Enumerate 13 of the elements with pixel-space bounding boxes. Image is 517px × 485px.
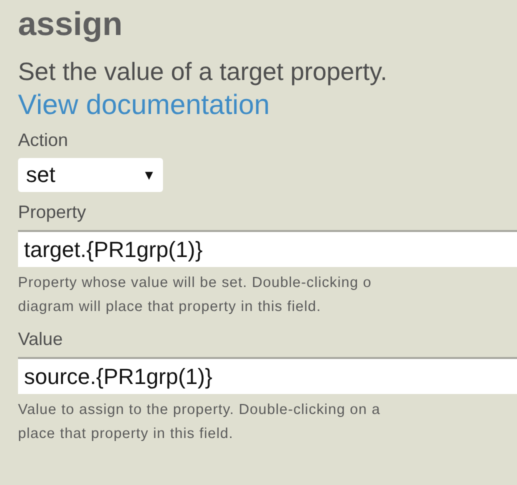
help-text: Value to assign to the property. Double-clicking on a (18, 401, 380, 420)
help-text: diagram will place that property in this field. (18, 298, 322, 317)
help-text: Property whose value will be set. Double-clicking o (18, 274, 372, 293)
caret-icon: ▾ (145, 165, 153, 185)
text-field[interactable]: source.{PR1grp(1)} (18, 357, 517, 394)
description-text: Set the value of a target property. (18, 57, 388, 88)
action-dropdown[interactable]: set ▾ (18, 158, 163, 192)
panel-title: assign (18, 4, 123, 44)
help-text: place that property in this field. (18, 425, 234, 444)
field-label: Action (18, 129, 68, 152)
field-label: Property (18, 201, 86, 224)
field-label: Value (18, 328, 63, 351)
text-field[interactable]: target.{PR1grp(1)} (18, 230, 517, 267)
